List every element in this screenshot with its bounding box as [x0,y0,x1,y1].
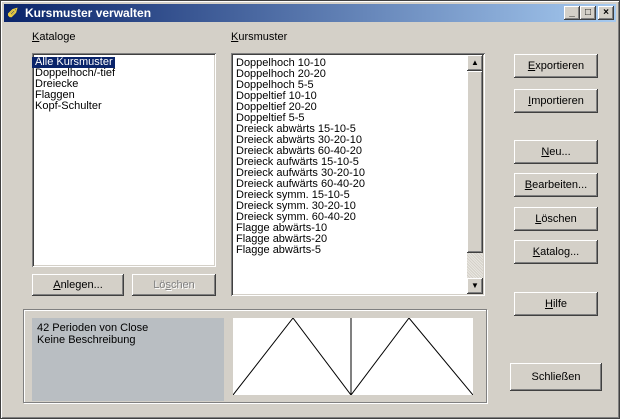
window-title: Kursmuster verwalten [25,6,152,20]
catalog-list-item[interactable]: Alle Kursmuster [32,56,216,68]
catalog-list-item[interactable]: Flaggen [32,89,216,101]
description-periods: 42 Perioden von Close [37,322,149,334]
catalogs-label: Kataloge [32,31,76,43]
scroll-up-arrow-icon[interactable]: ▲ [467,55,483,71]
close-window-button[interactable]: × [598,6,614,20]
pattern-preview-graph [232,317,474,396]
catalog-listbox[interactable]: Alle Kursmuster Doppelhoch/-tief Dreiecke F… [32,53,216,267]
pattern-description: 42 Perioden von Close Keine Beschreibung [32,318,224,401]
new-pattern-button[interactable]: Neu... [514,140,598,164]
app-icon: ✐ [7,5,19,21]
export-button[interactable]: Exportieren [514,54,598,78]
pattern-list-item[interactable]: Flagge abwärts-5 [233,245,465,256]
pattern-listbox[interactable]: Doppelhoch 10-10 Doppelhoch 20-20 Doppelho… [231,53,485,296]
catalog-item-label: Kopf-Schulter [35,100,102,112]
pattern-scrollbar[interactable]: ▲ ▼ [467,55,483,294]
pattern-preview [232,317,474,396]
catalog-button[interactable]: Katalog... [514,240,598,264]
catalog-list-item[interactable]: Doppelhoch/-tief [32,67,216,79]
delete-catalog-button[interactable]: Löschen [132,274,216,296]
close-button[interactable]: Schließen [510,363,602,391]
preview-pattern-line [232,317,474,396]
catalog-list-item[interactable]: Dreiecke [32,78,216,90]
edit-pattern-button[interactable]: Bearbeiten... [514,173,598,197]
description-text: Keine Beschreibung [37,334,136,346]
import-button[interactable]: Importieren [514,89,598,113]
maximize-icon: □ [584,7,592,18]
delete-pattern-button[interactable]: Löschen [514,207,598,231]
patterns-label: Kursmuster [231,31,288,43]
add-catalog-button[interactable]: Anlegen... [32,274,124,296]
scroll-down-arrow-icon[interactable]: ▼ [467,278,483,294]
minimize-button[interactable]: _ [564,6,580,20]
title-bar[interactable]: ✐ Kursmuster verwalten _ □ × [4,4,616,22]
dialog-window: ✐ Kursmuster verwalten _ □ × Kataloge Al… [0,0,620,419]
catalog-list-item[interactable]: Kopf-Schulter [32,100,216,112]
maximize-button[interactable]: □ [580,6,596,20]
minimize-icon: _ [569,7,575,18]
scrollbar-thumb[interactable] [467,71,483,253]
close-icon: × [603,7,609,18]
help-button[interactable]: Hilfe [514,292,598,316]
